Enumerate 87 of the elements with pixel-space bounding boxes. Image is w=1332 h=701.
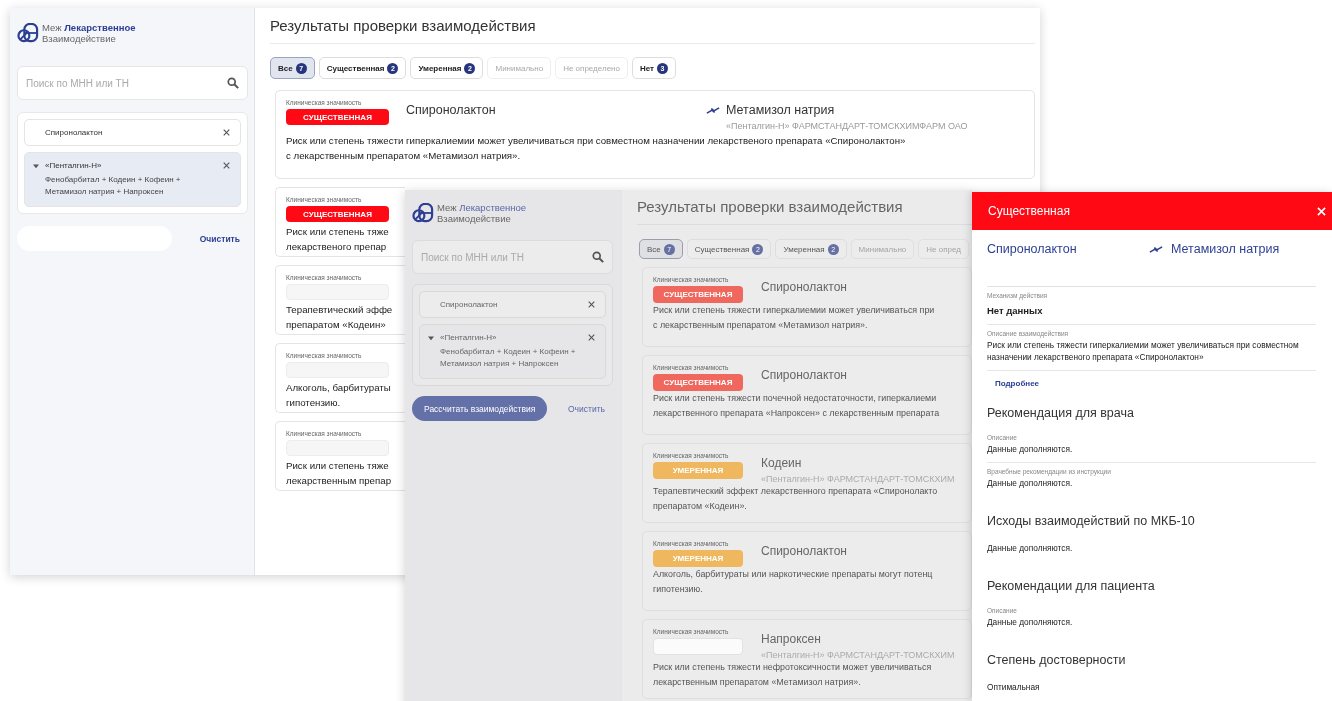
severity-badge: СУЩЕСТВЕННАЯ xyxy=(653,374,743,391)
drug-name: «Пенталгин-Н» xyxy=(440,333,498,342)
severity-badge: СУЩЕСТВЕННАЯ xyxy=(653,286,743,303)
logo-subtitle: Взаимодействие xyxy=(437,213,512,224)
logo-icon xyxy=(412,203,434,223)
close-icon[interactable] xyxy=(223,162,230,169)
clear-link[interactable]: Очистить xyxy=(199,233,240,244)
interaction-text: с лекарственным препаратом «Метамизол натрия». xyxy=(286,149,521,163)
interaction-text: лекарственным препаратом «Метамизол натрия». xyxy=(653,676,861,689)
logo-brand: Лекарственное xyxy=(459,202,527,213)
interaction-text: Терапевтический эффе xyxy=(286,303,393,317)
field-value: Данные дополняются. xyxy=(987,616,1074,628)
logo-prefix: Меж xyxy=(437,202,457,213)
field-value: Данные дополняются. xyxy=(987,443,1074,455)
interaction-text: гипотензию. xyxy=(286,396,341,410)
interaction-text: Алкоголь, барбитураты xyxy=(286,381,391,395)
drug-source: «Пенталгин-Н» ФАРМСТАНДАРТ-ТОМСКХИМ xyxy=(761,474,956,484)
close-icon[interactable] xyxy=(223,129,230,136)
interaction-text: Риск или степень тяжести нефротоксичности может увеличиваться xyxy=(653,661,932,674)
selected-drug-item[interactable]: «Пенталгин-Н» Фенобарбитал + Кодеин + Кофеин + Метамизол натрия + Напроксен xyxy=(419,324,606,379)
arrows-icon xyxy=(706,104,720,116)
severity-badge: УМЕРЕННАЯ xyxy=(653,462,743,479)
caret-icon[interactable] xyxy=(428,334,434,341)
section-title: Исходы взаимодействий по МКБ-10 xyxy=(987,514,1196,528)
interaction-text: лекарственным препар xyxy=(286,474,392,488)
field-value: Данные дополняются. xyxy=(987,477,1074,489)
drug-name: Спиронолактон xyxy=(406,103,496,117)
drug-composition: Фенобарбитал + Кодеин + Кофеин + Метамизол натрия + Напроксен xyxy=(439,346,577,370)
drug-source: «Пенталгин-Н» ФАРМСТАНДАРТ-ТОМСКХИМ xyxy=(761,650,956,660)
severity-badge: СУЩЕСТВЕННАЯ xyxy=(286,109,389,125)
interaction-text: препаратом «Кодеин» xyxy=(286,318,386,332)
severity-badge: УМЕРЕННАЯ xyxy=(653,550,743,567)
drug-name: Спиронолактон xyxy=(45,128,104,137)
interaction-text: препаратом «Кодеин». xyxy=(653,500,747,513)
drug-name: Кодеин xyxy=(761,456,802,470)
drug-source: «Пенталгин-Н» ФАРМСТАНДАРТ-ТОМСКХИМФАРМ ОАО xyxy=(726,121,968,131)
interaction-text: гипотензию. xyxy=(653,583,703,596)
logo-prefix: Меж xyxy=(42,22,62,33)
interaction-text: Риск или степень тяже xyxy=(286,225,389,239)
interaction-text: Риск или степень тяжести гиперкалиемии может увеличиваться при xyxy=(653,304,935,317)
calculate-button[interactable]: Рассчитать взаимодействия xyxy=(412,396,548,421)
search-icon xyxy=(227,77,239,89)
result-card[interactable] xyxy=(275,90,1035,179)
section-title: Рекомендация для врача xyxy=(987,406,1135,420)
selected-drug-item[interactable]: Спиронолактон xyxy=(24,119,241,146)
search-icon xyxy=(592,251,604,263)
drug-composition: Фенобарбитал + Кодеин + Кофеин + Метамизол натрия + Напроксен xyxy=(44,174,182,198)
results-title: Результаты проверки взаимодействия xyxy=(637,198,972,225)
interaction-text: Алкоголь, барбитураты или наркотические препараты могут потенц xyxy=(653,568,933,581)
logo-brand: Лекарственное xyxy=(64,22,136,33)
interaction-text: лекарственого препар xyxy=(286,240,387,254)
logo-icon xyxy=(17,23,39,43)
drug-name: «Пенталгин-Н» xyxy=(45,161,103,170)
clear-link[interactable]: Очистить xyxy=(568,403,605,414)
close-icon[interactable] xyxy=(588,301,595,308)
field-value: Риск или степень тяжести гиперкалиемии может увеличиваться при совместном назначении лекарственого препарата «Спиронолактон» xyxy=(987,339,1300,363)
interaction-text: Риск или степень тяжести почечной недостаточности, гиперкалиеми xyxy=(653,392,937,405)
section-title: Рекомендации для пациента xyxy=(987,579,1156,593)
interaction-text: Риск или степень тяже xyxy=(286,459,389,473)
arrows-icon xyxy=(1149,243,1163,255)
search-field[interactable]: Поиск по МНН или ТН xyxy=(17,66,248,100)
selected-drug-item[interactable]: «Пенталгин-Н» Фенобарбитал + Кодеин + Кофеин + Метамизол натрия + Напроксен xyxy=(24,152,241,207)
dialog-title: Существенная xyxy=(988,204,1070,218)
interaction-text: лекарственного препарата «Напроксен» с лекарственным препарата xyxy=(653,407,940,420)
selected-drug-item[interactable]: Спиронолактон xyxy=(419,291,606,318)
section-title: Степень достоверности xyxy=(987,653,1127,667)
field-value: Оптимальная xyxy=(987,681,1041,693)
search-field[interactable]: Поиск по МНН или ТН xyxy=(412,240,613,274)
drug-name: Метамизол натрия xyxy=(726,103,835,117)
interaction-text: с лекарственным препаратом «Метамизол натрия». xyxy=(653,319,868,332)
interaction-text: Риск или степень тяжести гиперкалиемии может увеличиваться при совместном назначении лекарственого препарата «Спиронолактон» xyxy=(286,134,906,148)
field-value: Данные дополняются. xyxy=(987,542,1074,554)
interaction-text: Терапевтический эффект лекарственного препарата «Спиронолакто xyxy=(653,485,938,498)
severity-badge: СУЩЕСТВЕННАЯ xyxy=(286,206,389,222)
caret-icon[interactable] xyxy=(33,162,39,169)
results-title: Результаты проверки взаимодействия xyxy=(270,17,1035,44)
drug-name: Спиронолактон xyxy=(440,300,499,309)
drug-name: Спиронолактон xyxy=(761,544,847,558)
drug-name[interactable]: Спиронолактон xyxy=(987,242,1077,256)
field-value: Нет данных xyxy=(987,305,1044,317)
logo-subtitle: Взаимодействие xyxy=(42,33,117,44)
drug-name: Напроксен xyxy=(761,632,821,646)
drug-name: Спиронолактон xyxy=(761,368,847,382)
more-link[interactable]: Подробнее xyxy=(995,379,1040,388)
close-icon[interactable] xyxy=(588,334,595,341)
drug-name[interactable]: Метамизол натрия xyxy=(1171,242,1280,256)
drug-name: Спиронолактон xyxy=(761,280,847,294)
